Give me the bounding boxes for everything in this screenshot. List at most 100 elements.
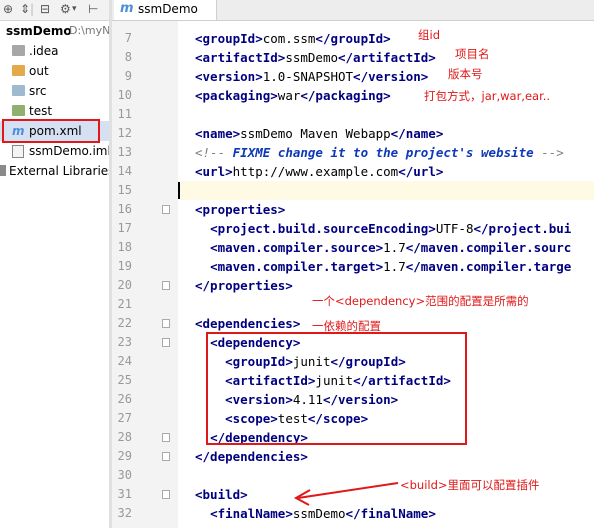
editor-tabbar: m ssmDemo bbox=[112, 0, 594, 21]
xml-tag: </url> bbox=[398, 164, 444, 179]
code-line: <maven.compiler.source>1.7</maven.compil… bbox=[178, 238, 594, 257]
code-line: <name>ssmDemo Maven Webapp</name> bbox=[178, 124, 594, 143]
line-number: 10 bbox=[117, 88, 132, 102]
line-number: 31 bbox=[117, 487, 132, 501]
fold-marker-icon[interactable] bbox=[162, 490, 170, 499]
xml-text: 1.0-SNAPSHOT bbox=[262, 69, 354, 84]
xml-tag: </maven.compiler.targe bbox=[405, 259, 572, 274]
xml-text: UTF-8 bbox=[435, 221, 474, 236]
split-icon[interactable]: ⇕ bbox=[20, 2, 30, 16]
tree-root[interactable]: ssmDemo D:\myN bbox=[0, 21, 109, 41]
xml-tag: <url> bbox=[195, 164, 233, 179]
xml-tag: <version> bbox=[195, 69, 263, 84]
fold-marker-icon[interactable] bbox=[162, 433, 170, 442]
gear-icon[interactable]: ⚙ bbox=[60, 2, 71, 16]
code-line: </dependencies> bbox=[178, 447, 594, 466]
line-number: 29 bbox=[117, 449, 132, 463]
line-number: 15 bbox=[117, 183, 132, 197]
xml-tag: </dependencies> bbox=[195, 449, 308, 464]
xml-tag: <packaging> bbox=[195, 88, 278, 103]
tree-item-out[interactable]: out bbox=[0, 61, 109, 81]
xml-text: http://www.example.com bbox=[232, 164, 399, 179]
line-number: 12 bbox=[117, 126, 132, 140]
line-number: 27 bbox=[117, 411, 132, 425]
tab-pom[interactable]: m ssmDemo bbox=[114, 0, 217, 20]
project-panel: ⊕ ⇕ | ⊟ ⚙ ▾ ⊢ ssmDemo D:\myN .idea out s… bbox=[0, 0, 109, 528]
line-number: 18 bbox=[117, 240, 132, 254]
iml-file-icon bbox=[12, 145, 24, 158]
annotation-dependency-scope: 一个<dependency>范围的配置是所需的 bbox=[312, 294, 529, 308]
line-number: 9 bbox=[124, 69, 132, 83]
fold-marker-icon[interactable] bbox=[162, 452, 170, 461]
maven-file-icon: m bbox=[120, 1, 134, 16]
code-line: <properties> bbox=[178, 200, 594, 219]
code-line: <maven.compiler.target>1.7</maven.compil… bbox=[178, 257, 594, 276]
root-label: ssmDemo bbox=[6, 24, 72, 38]
xml-tag: <maven.compiler.target> bbox=[210, 259, 384, 274]
tree-item-label: test bbox=[29, 104, 53, 118]
line-number: 30 bbox=[117, 468, 132, 482]
xml-comment: <!-- bbox=[195, 145, 233, 160]
folder-icon bbox=[12, 85, 25, 96]
code-line: <artifactId>ssmDemo</artifactId> bbox=[178, 48, 594, 67]
sync-icon[interactable]: ⊕ bbox=[3, 2, 13, 16]
text-caret bbox=[178, 182, 180, 199]
annotation-packaging: 打包方式，jar,war,ear.. bbox=[424, 89, 551, 103]
folder-icon bbox=[12, 45, 25, 56]
xml-text: ssmDemo bbox=[285, 50, 338, 65]
xml-tag: </groupId> bbox=[315, 31, 391, 46]
tree-item-label: .idea bbox=[29, 44, 59, 58]
xml-tag: <project.build.sourceEncoding> bbox=[210, 221, 436, 236]
line-number: 23 bbox=[117, 335, 132, 349]
xml-tag: <build> bbox=[195, 487, 248, 502]
collapse-icon[interactable]: ⊟ bbox=[40, 2, 50, 16]
folder-icon bbox=[12, 65, 25, 76]
xml-text bbox=[195, 221, 210, 236]
code-line: <groupId>com.ssm</groupId> bbox=[178, 29, 594, 48]
xml-tag: <maven.compiler.source> bbox=[210, 240, 384, 255]
fold-marker-icon[interactable] bbox=[162, 319, 170, 328]
arrow-icon bbox=[293, 482, 399, 506]
line-number: 28 bbox=[117, 430, 132, 444]
tree-item-src[interactable]: src bbox=[0, 81, 109, 101]
line-number: 25 bbox=[117, 373, 132, 387]
fold-marker-icon[interactable] bbox=[162, 281, 170, 290]
code-line: <version>1.0-SNAPSHOT</version> bbox=[178, 67, 594, 86]
xml-tag: </properties> bbox=[195, 278, 293, 293]
xml-tag: <name> bbox=[195, 126, 241, 141]
xml-tag: </packaging> bbox=[300, 88, 391, 103]
xml-tag: </project.bui bbox=[473, 221, 572, 236]
annotation-artifact-id: 项目名 bbox=[455, 47, 490, 61]
line-number: 16 bbox=[117, 202, 132, 216]
xml-tag: <finalName> bbox=[210, 506, 293, 521]
xml-tag: </name> bbox=[390, 126, 444, 141]
xml-text: com.ssm bbox=[262, 31, 316, 46]
annotation-group-id: 组id bbox=[418, 28, 440, 42]
line-number: 14 bbox=[117, 164, 132, 178]
root-path: D:\myN bbox=[69, 24, 109, 37]
hide-icon[interactable]: ⊢ bbox=[88, 2, 98, 16]
line-number: 32 bbox=[117, 506, 132, 520]
gear-dropdown-icon[interactable]: ▾ bbox=[72, 2, 77, 16]
xml-tag: <artifactId> bbox=[195, 50, 286, 65]
line-gutter: 7 8 9 10 11 12 13 14 15 16 17 18 19 20 21 22 23 24 25 26 27 2… bbox=[112, 21, 178, 528]
tree-external-libraries[interactable]: External Libraries bbox=[0, 161, 109, 181]
separator-icon: | bbox=[30, 2, 35, 16]
xml-tag: </artifactId> bbox=[338, 50, 436, 65]
line-number: 24 bbox=[117, 354, 132, 368]
library-icon bbox=[0, 165, 6, 176]
xml-tag: <groupId> bbox=[195, 31, 263, 46]
xml-tag: </version> bbox=[353, 69, 429, 84]
tree-item-idea[interactable]: .idea bbox=[0, 41, 109, 61]
xml-tag: </finalName> bbox=[345, 506, 436, 521]
fold-marker-icon[interactable] bbox=[162, 338, 170, 347]
xml-text: war bbox=[277, 88, 301, 103]
xml-text: ssmDemo bbox=[292, 506, 346, 521]
project-toolbar: ⊕ ⇕ | ⊟ ⚙ ▾ ⊢ bbox=[0, 0, 109, 21]
xml-tag: </maven.compiler.sourc bbox=[405, 240, 572, 255]
tree-item-iml[interactable]: ssmDemo.iml bbox=[0, 141, 109, 161]
fold-marker-icon[interactable] bbox=[162, 205, 170, 214]
tree-item-test[interactable]: test bbox=[0, 101, 109, 121]
line-number: 8 bbox=[124, 50, 132, 64]
